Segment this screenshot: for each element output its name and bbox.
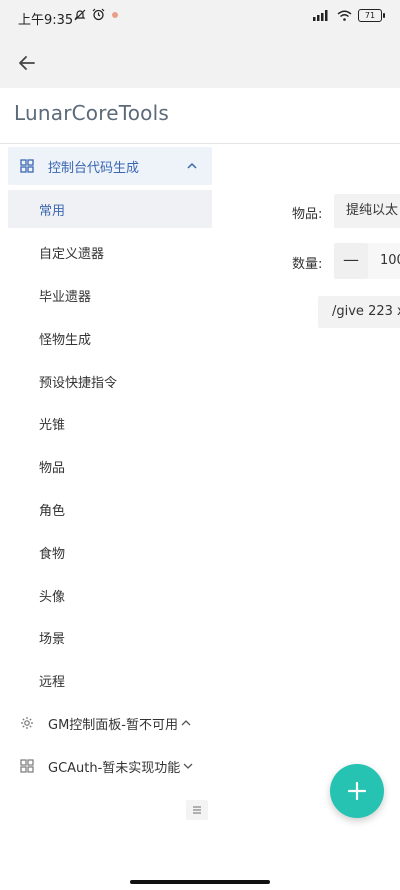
item-select[interactable]: 提纯以太 [334, 194, 400, 228]
home-indicator[interactable] [130, 880, 270, 884]
nav-item-label: 毕业遗器 [39, 289, 92, 305]
back-arrow-icon[interactable] [14, 50, 40, 76]
nav-item-label: 常用 [39, 203, 66, 219]
nav-item-common[interactable]: 常用 [8, 190, 212, 228]
nav-group-gm[interactable]: GM控制面板-暂不可用 [8, 704, 212, 742]
nav-item-label: 预设快捷指令 [39, 375, 118, 391]
add-fab-button[interactable] [330, 764, 384, 818]
nav-group-label: GM控制面板-暂不可用 [48, 717, 178, 733]
nav-item-label: 自定义遗器 [39, 246, 105, 262]
nav-item-food[interactable]: 食物 [8, 533, 212, 571]
nav-item-remote[interactable]: 远程 [8, 661, 212, 699]
nav-item-monster-spawn[interactable]: 怪物生成 [8, 319, 212, 357]
quantity-label: 数量: [292, 257, 323, 272]
cellular-signal-icon [313, 10, 328, 21]
nav-item-avatar[interactable]: 头像 [8, 576, 212, 614]
battery-icon: 71 [358, 9, 385, 22]
menu-lines-icon [193, 806, 201, 814]
nav-group-console[interactable]: 控制台代码生成 [8, 147, 212, 185]
item-label: 物品: [292, 207, 323, 222]
alarm-icon [92, 8, 105, 21]
app-notification-icon [112, 11, 118, 18]
grid-icon [20, 159, 34, 173]
nav-item-items[interactable]: 物品 [8, 447, 212, 485]
nav-item-label: 光锥 [39, 417, 66, 433]
nav-item-label: 怪物生成 [39, 332, 92, 348]
nav-item-custom-relic[interactable]: 自定义遗器 [8, 233, 212, 271]
quantity-decrement-button[interactable]: — [334, 243, 368, 279]
nav-item-graduate-relic[interactable]: 毕业遗器 [8, 276, 212, 314]
nav-item-label: 物品 [39, 460, 66, 476]
quantity-input[interactable]: 100 [368, 243, 400, 279]
nav-item-label: 头像 [39, 589, 66, 605]
nav-item-light-cone[interactable]: 光锥 [8, 404, 212, 442]
nav-item-label: 角色 [39, 503, 66, 519]
nav-item-label: 远程 [39, 674, 66, 690]
app-title: LunarCoreTools [14, 101, 169, 125]
nav-group-gcauth[interactable]: GCAuth-暂未实现功能 [8, 747, 212, 785]
nav-item-scene[interactable]: 场景 [8, 618, 212, 656]
notification-mute-icon [74, 9, 86, 20]
plus-icon [347, 781, 367, 801]
nav-group-label: 控制台代码生成 [48, 160, 140, 176]
nav-item-characters[interactable]: 角色 [8, 490, 212, 528]
nav-item-label: 场景 [39, 631, 66, 647]
grid-icon [20, 759, 34, 773]
command-output[interactable]: /give 223 x100 [318, 296, 400, 328]
gear-icon [21, 717, 33, 729]
chevron-up-icon [187, 162, 197, 169]
divider [0, 143, 400, 144]
app-bar [0, 36, 400, 88]
nav-item-preset-commands[interactable]: 预设快捷指令 [8, 362, 212, 400]
status-time: 上午9:35 [18, 13, 74, 28]
sidebar-collapse-button[interactable] [186, 800, 208, 820]
status-bar: 上午9:35 71 [0, 0, 400, 36]
chevron-down-icon [183, 763, 193, 769]
nav-group-label: GCAuth-暂未实现功能 [48, 760, 181, 776]
wifi-icon [337, 10, 352, 21]
nav-item-label: 食物 [39, 546, 66, 562]
chevron-up-icon [181, 720, 191, 726]
